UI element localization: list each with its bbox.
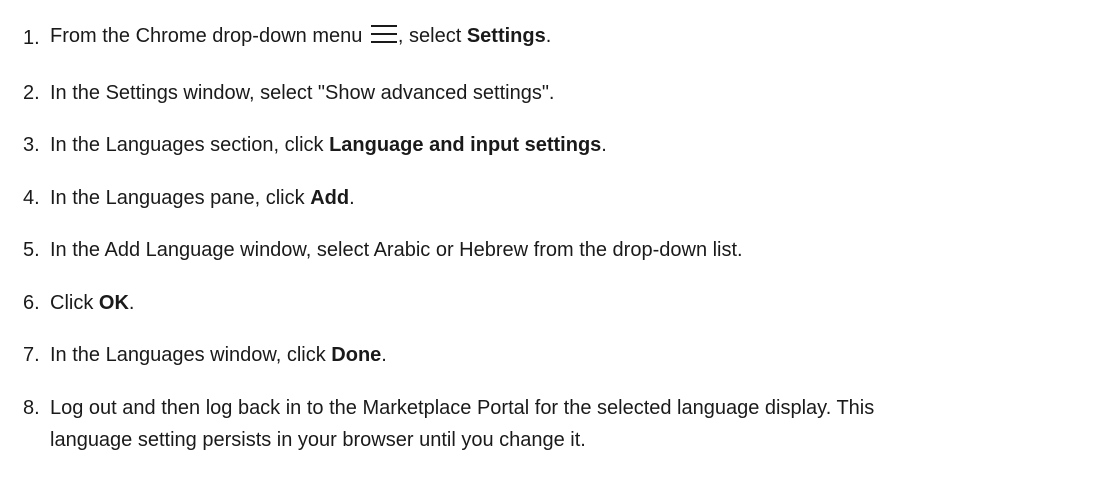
hamburger-menu-icon (370, 23, 397, 43)
add-label: Add (310, 187, 350, 209)
step-text-line-1: Log out and then log back in to the Mark… (50, 397, 875, 419)
ok-label: OK (98, 292, 129, 314)
step-number: 6. (23, 292, 40, 314)
step-text: In the Languages section, click Language… (50, 129, 607, 161)
step-number: 3. (23, 134, 40, 156)
step-text-part: . (128, 292, 135, 314)
step-text-part: In the Languages pane, click (50, 187, 311, 209)
step-text: From the Chrome drop-down menu , select … (50, 20, 551, 52)
step-number: 8. (23, 397, 40, 419)
step-text-part: In the Languages section, click (50, 134, 330, 156)
settings-label: Settings (466, 25, 546, 47)
step-text: In the Settings window, select "Show adv… (50, 82, 555, 104)
step-text-part: , select (397, 25, 467, 47)
step-text: In the Languages window, click Done. (50, 339, 387, 371)
step-number: 7. (23, 344, 40, 366)
step-text-part: In the Languages window, click (50, 344, 332, 366)
step-text: Click OK. (50, 287, 134, 319)
step-text: In the Add Language window, select Arabi… (50, 239, 743, 261)
step-text-part: . (601, 134, 607, 156)
step-text-line-2: language setting persists in your browse… (50, 429, 586, 451)
step-number: 5. (23, 239, 40, 261)
done-label: Done (331, 344, 382, 366)
language-input-settings-label: Language and input settings (329, 134, 602, 156)
step-number: 2. (23, 82, 40, 104)
step-text-part: . (349, 187, 355, 209)
step-text: In the Languages pane, click Add. (50, 182, 355, 214)
step-text-part: . (381, 344, 387, 366)
step-number: 4. (23, 187, 40, 209)
step-text-part: . (545, 25, 552, 47)
step-text-part: From the Chrome drop-down menu (50, 25, 368, 47)
step-text-part: Click (50, 292, 99, 314)
step-number: 1. (23, 27, 40, 49)
